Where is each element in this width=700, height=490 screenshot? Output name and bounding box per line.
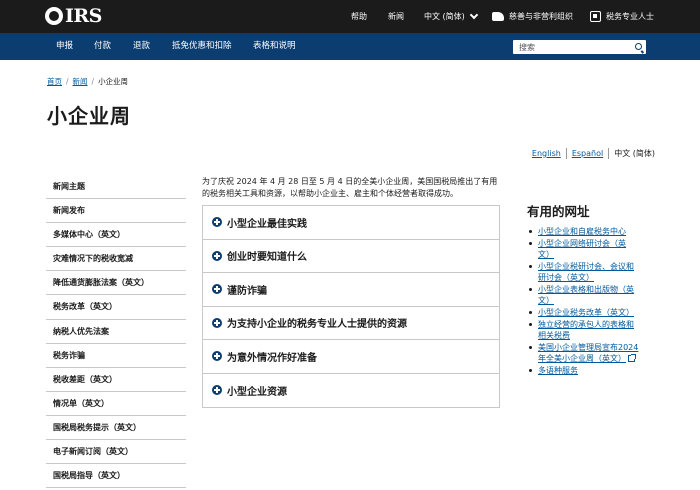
useful-link-item: 小型企业和自雇税务中心 [527,226,657,237]
useful-link[interactable]: 小型企业税务改革（英文） [538,308,634,317]
accordion-item-best-practices[interactable]: 小型企业最佳实践 [203,206,499,240]
intro-line: 的税务相关工具和资源，以帮助小企业主、雇主和个体经营者取得成功。 [202,189,458,198]
useful-links-list: 小型企业和自雇税务中心 小型企业网络研讨会（英 文） 小型企业税研讨会、会议和 研讨… [527,226,657,376]
page-title: 小企业周 [47,104,131,128]
nav-file[interactable]: 申报 [56,33,73,60]
main-nav: 申报 付款 退款 抵免优惠和扣除 表格和说明 [0,33,700,60]
sidebar-item-irs-guidance[interactable]: 国税局指导（英文） [46,464,186,489]
useful-link-item: 小型企业税研讨会、会议和 研讨会（英文） [527,261,657,283]
search-input[interactable] [513,40,625,54]
accordion-item-prepare-unexpected[interactable]: 为意外情况作好准备 [203,340,499,374]
language-label: 中文 (简体) [424,12,465,21]
sidebar-item-tax-reform[interactable]: 税务改革（英文） [46,295,186,320]
plus-circle-icon [212,217,222,228]
plus-circle-icon [212,385,222,396]
sidebar-item-tax-tips[interactable]: 国税局税务提示（英文） [46,416,186,441]
useful-links-heading: 有用的网址 [527,204,590,219]
sidebar-item-fact-sheets[interactable]: 情况单（英文） [46,392,186,416]
charities-label: 慈善与非营利组织 [509,12,573,21]
accordion-label: 为支持小企业的税务专业人士提供的资源 [227,319,407,331]
language-switcher: English Español 中文 (简体) [532,148,655,159]
plus-circle-icon [212,284,222,295]
nav-refunds[interactable]: 退款 [133,33,150,60]
divider [565,148,567,159]
logo-wordmark: IRS [65,5,102,27]
plus-circle-icon [212,351,222,362]
nav-credits-deductions[interactable]: 抵免优惠和扣除 [172,33,232,60]
external-link-icon [628,354,636,362]
intro-line: 为了庆祝 2024 年 4 月 28 日至 5 月 4 日的全美小企业周，美国国… [202,177,498,186]
breadcrumb: 首页 / 新闻 / 小企业周 [47,76,128,87]
accordion-label: 为意外情况作好准备 [227,352,317,364]
accordion-item-small-business-resources[interactable]: 小型企业资源 [203,374,499,408]
breadcrumb-current: 小企业周 [98,77,129,86]
useful-link[interactable]: 小型企业网络研讨会（英 文） [538,239,626,259]
useful-link-item: 小型企业表格和出版物（英 文） [527,284,657,306]
lang-english[interactable]: English [532,149,561,158]
sidebar-item-tax-gap[interactable]: 税收差距（英文） [46,368,186,392]
intro-text: 为了庆祝 2024 年 4 月 28 日至 5 月 4 日的全美小企业周，美国国… [202,176,502,200]
breadcrumb-home[interactable]: 首页 [47,77,62,86]
useful-link-item: 美国小企业管理局宣布2024 年全美小企业周（英文） [527,342,657,364]
lang-spanish[interactable]: Español [572,149,603,158]
sidebar-item-taxpayer-first[interactable]: 纳税人优先法案 [46,320,186,344]
breadcrumb-separator: / [91,77,95,86]
useful-link-item: 小型企业网络研讨会（英 文） [527,238,657,260]
sidebar-item-inflation-reduction[interactable]: 降低通货膨胀法案（英文） [46,271,186,296]
useful-link-item: 小型企业税务改革（英文） [527,307,657,318]
sidebar-item-tax-scams[interactable]: 税务诈骗 [46,344,186,368]
sidebar-item-disaster-relief[interactable]: 灾难情况下的税收宽减 [46,247,186,272]
sidebar-item-e-news[interactable]: 电子新闻订阅（英文） [46,440,186,465]
useful-links: 有用的网址 小型企业和自雇税务中心 小型企业网络研讨会（英 文） 小型企业税研讨会… [527,201,657,377]
sidebar-nav: 新闻主题 新闻发布 多媒体中心（英文） 灾难情况下的税收宽减 降低通货膨胀法案（… [46,175,186,489]
useful-link[interactable]: 美国小企业管理局宣布2024 年全美小企业周（英文） [538,343,638,363]
nav-forms-instructions[interactable]: 表格和说明 [253,33,296,60]
news-link[interactable]: 新闻 [388,11,404,22]
breadcrumb-newsroom[interactable]: 新闻 [73,77,88,86]
search-icon[interactable] [635,43,642,50]
accordion-item-tax-pro-resources[interactable]: 为支持小企业的税务专业人士提供的资源 [203,307,499,340]
help-link[interactable]: 帮助 [351,11,367,22]
briefcase-icon [590,11,601,22]
accordion: 小型企业最佳实践 创业时要知道什么 谨防诈骗 为支持小企业的税务专业人士提供的资… [202,205,500,408]
sidebar-item-multimedia[interactable]: 多媒体中心（英文） [46,223,186,248]
accordion-item-starting-business[interactable]: 创业时要知道什么 [203,240,499,273]
hand-heart-icon [492,12,504,21]
search-box [513,40,646,54]
accordion-label: 小型企业资源 [227,386,287,398]
accordion-label: 小型企业最佳实践 [227,218,307,230]
tax-pros-label: 税务专业人士 [606,12,654,21]
sidebar-item-news-topics[interactable]: 新闻主题 [46,175,186,200]
lang-chinese-current: 中文 (简体) [614,149,655,158]
charities-link[interactable]: 慈善与非营利组织 [492,11,573,22]
useful-link-item: 多语种服务 [527,365,657,376]
sidebar-item-news-releases[interactable]: 新闻发布 [46,199,186,224]
useful-link-item: 独立经营的承包人的表格和 相关税费 [527,319,657,341]
language-selector[interactable]: 中文 (简体) [424,10,479,22]
plus-circle-icon [212,250,222,261]
tax-pros-link[interactable]: 税务专业人士 [590,11,654,22]
plus-circle-icon [212,317,222,328]
divider [608,148,610,159]
useful-link[interactable]: 独立经营的承包人的表格和 相关税费 [538,320,634,340]
nav-pay[interactable]: 付款 [94,33,111,60]
accordion-item-scams[interactable]: 谨防诈骗 [203,273,499,307]
useful-link[interactable]: 小型企业表格和出版物（英 文） [538,285,634,305]
breadcrumb-separator: / [66,77,69,86]
useful-link[interactable]: 小型企业税研讨会、会议和 研讨会（英文） [538,262,634,282]
accordion-label: 创业时要知道什么 [227,252,307,264]
useful-link[interactable]: 小型企业和自雇税务中心 [538,227,626,236]
eagle-icon [45,7,63,25]
top-bar: IRS 帮助 新闻 中文 (简体) 慈善与非营利组织 税务专业人士 [0,0,700,33]
accordion-label: 谨防诈骗 [227,285,267,297]
irs-logo[interactable]: IRS [45,5,102,27]
useful-link[interactable]: 多语种服务 [538,366,578,375]
chevron-down-icon [469,10,479,20]
